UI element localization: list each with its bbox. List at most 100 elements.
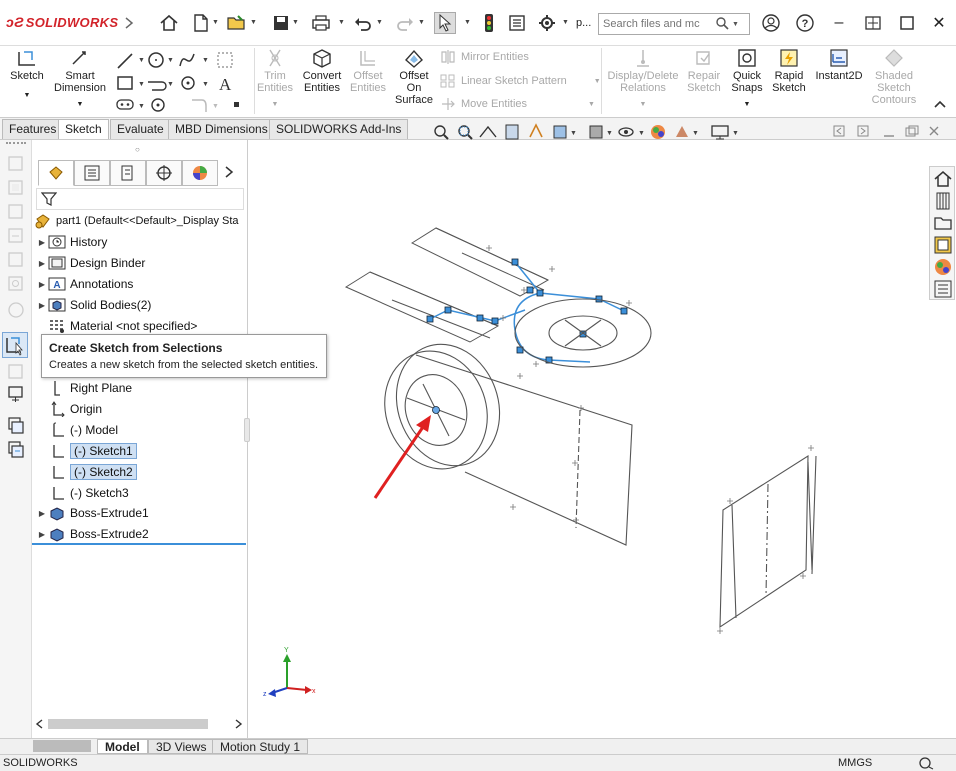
sketch-tool-faded-icon[interactable] [6, 300, 26, 320]
print-icon[interactable] [310, 12, 332, 34]
tree-item-boss-extrude1[interactable]: ▶ Boss-Extrude1 [36, 503, 149, 523]
redo-dropdown-icon[interactable]: ▼ [418, 19, 426, 27]
tab-sketch[interactable]: Sketch [58, 119, 109, 139]
open-folder-icon[interactable] [226, 12, 248, 34]
tree-item-annotations[interactable]: ▶ A Annotations [36, 274, 133, 294]
move-dropdown-icon[interactable]: ▼ [588, 101, 595, 108]
tab-display-manager[interactable] [182, 160, 218, 186]
expand-arrow-icon[interactable]: ▶ [36, 509, 48, 518]
options-dropdown-icon[interactable]: ▼ [562, 19, 570, 27]
search-icon[interactable] [715, 16, 729, 33]
select-pointer-icon[interactable] [434, 12, 456, 34]
tree-item-right-plane[interactable]: Right Plane [48, 378, 132, 398]
expand-arrow-icon[interactable]: ▶ [36, 301, 48, 310]
options-gear-icon[interactable] [536, 12, 558, 34]
offset-entities-button[interactable]: Offset Entities [348, 48, 388, 94]
tree-root-part[interactable]: part1 (Default<<Default>_Display Sta [34, 211, 239, 231]
tab-dimxpert-manager[interactable] [146, 160, 182, 186]
trim-dropdown-icon[interactable]: ▼ [256, 99, 294, 111]
tab-3d-views[interactable]: 3D Views [148, 739, 215, 754]
tab-scroll-arrows-icon[interactable] [32, 739, 92, 754]
new-document-icon[interactable] [190, 12, 212, 34]
sketch-dropdown-icon[interactable]: ▼ [6, 90, 48, 102]
display-delete-relations-button[interactable]: Display/Delete Relations ▼ [606, 48, 680, 111]
toolbar-grip[interactable] [6, 142, 26, 146]
tree-item-sketch1[interactable]: (-) Sketch1 [48, 441, 137, 461]
smart-dimension-button[interactable]: Smart Dimension ▼ [52, 48, 108, 111]
units-indicator[interactable]: MMGS [838, 755, 872, 771]
sketch-tool-faded-icon[interactable] [6, 202, 26, 222]
move-entities-button[interactable]: Move Entities ▼ [440, 97, 595, 111]
quick-snaps-dropdown-icon[interactable]: ▼ [728, 99, 766, 111]
expand-arrow-icon[interactable]: ▶ [36, 530, 48, 539]
expand-arrow-icon[interactable]: ▶ [36, 259, 48, 268]
sketch-button[interactable]: Sketch ▼ [6, 48, 48, 102]
tab-solidworks-add-ins[interactable]: SOLIDWORKS Add-Ins [269, 119, 409, 139]
view-palette-icon[interactable] [933, 235, 953, 255]
tab-model[interactable]: Model [97, 739, 148, 754]
linear-pattern-dropdown-icon[interactable]: ▼ [594, 78, 601, 85]
panel-grip-icon[interactable]: ○ [135, 145, 140, 154]
status-settings-icon[interactable] [918, 756, 934, 770]
tab-scroll-right-icon[interactable] [224, 165, 234, 182]
minimize-button[interactable]: – [824, 10, 854, 36]
trim-entities-button[interactable]: Trim Entities ▼ [256, 48, 294, 111]
convert-entities-button[interactable]: Convert Entities [300, 48, 344, 94]
tab-configuration-manager[interactable] [110, 160, 146, 186]
design-library-icon[interactable] [933, 191, 953, 211]
sketch-tool-faded-icon[interactable] [6, 274, 26, 294]
expand-arrow-icon[interactable]: ▶ [36, 238, 48, 247]
graphics-area[interactable]: Y x z [249, 140, 929, 738]
solidworks-logo[interactable]: ᴐƧ SOLIDWORKS [6, 14, 118, 30]
tab-motion-study-1[interactable]: Motion Study 1 [212, 739, 309, 754]
collapse-ribbon-icon[interactable] [934, 98, 946, 112]
tab-property-manager[interactable] [74, 160, 110, 186]
copy-sketch-icon[interactable] [6, 416, 26, 436]
search-dropdown-icon[interactable]: ▼ [732, 21, 739, 28]
search-input[interactable] [603, 18, 713, 30]
rebuild-traffic-light-icon[interactable] [478, 12, 500, 34]
rollback-bar[interactable] [32, 543, 246, 545]
sketch-tool-faded-icon[interactable] [6, 178, 26, 198]
mirror-entities-button[interactable]: Mirror Entities [440, 50, 529, 64]
relations-dropdown-icon[interactable]: ▼ [606, 99, 680, 111]
user-account-icon[interactable] [760, 12, 782, 34]
tab-features[interactable]: Features [2, 119, 64, 139]
instant2d-button[interactable]: Instant2D [812, 48, 866, 82]
create-sketch-from-selections-button[interactable] [2, 332, 28, 358]
horizontal-scrollbar[interactable] [32, 716, 248, 732]
menu-expand-icon[interactable] [118, 12, 140, 34]
select-dropdown-icon[interactable]: ▼ [464, 19, 472, 27]
offset-on-surface-button[interactable]: Offset On Surface [394, 48, 434, 106]
solidworks-resources-home-icon[interactable] [933, 169, 953, 189]
open-dropdown-icon[interactable]: ▼ [250, 19, 258, 27]
restore-toolbar-button[interactable] [858, 10, 888, 36]
repair-sketch-button[interactable]: Repair Sketch [684, 48, 724, 94]
file-explorer-icon[interactable] [933, 213, 953, 233]
tab-mbd-dimensions[interactable]: MBD Dimensions [168, 119, 275, 139]
quick-snaps-button[interactable]: Quick Snaps ▼ [728, 48, 766, 111]
search-box[interactable]: ▼ [598, 13, 750, 35]
appearances-scenes-icon[interactable] [933, 257, 953, 277]
tree-item-sketch3[interactable]: (-) Sketch3 [48, 483, 129, 503]
tree-item-boss-extrude2[interactable]: ▶ Boss-Extrude2 [36, 524, 149, 544]
undo-dropdown-icon[interactable]: ▼ [376, 19, 384, 27]
maximize-button[interactable] [892, 10, 922, 36]
move-sketch-icon[interactable] [6, 384, 26, 404]
redo-icon[interactable] [394, 12, 416, 34]
tree-item-model-sketch[interactable]: (-) Model [48, 420, 118, 440]
tree-item-solid-bodies[interactable]: ▶ Solid Bodies(2) [36, 295, 151, 315]
sketch-tool-faded-icon[interactable] [6, 250, 26, 270]
tree-item-origin[interactable]: Origin [48, 399, 102, 419]
tree-filter-field[interactable] [36, 188, 244, 210]
save-dropdown-icon[interactable]: ▼ [292, 19, 300, 27]
sketch-tool-faded-icon[interactable] [6, 154, 26, 174]
custom-properties-icon[interactable] [933, 279, 953, 299]
file-properties-icon[interactable] [506, 12, 528, 34]
home-icon[interactable] [158, 12, 180, 34]
tree-item-design-binder[interactable]: ▶ Design Binder [36, 253, 145, 273]
expand-arrow-icon[interactable]: ▶ [36, 280, 48, 289]
undo-icon[interactable] [352, 12, 374, 34]
linear-sketch-pattern-button[interactable]: Linear Sketch Pattern ▼ [440, 74, 601, 88]
close-button[interactable]: ✕ [924, 10, 954, 36]
